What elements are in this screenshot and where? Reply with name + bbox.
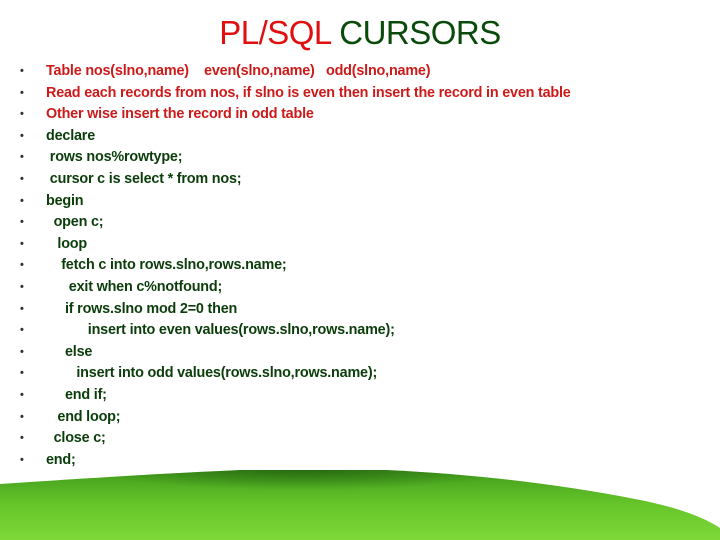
- line-text: Table nos(slno,name) even(slno,name) odd…: [46, 63, 431, 79]
- bullet-line: • Table nos(slno,name) even(slno,name) od…: [0, 61, 571, 83]
- bullet-line: • end;: [0, 450, 571, 472]
- bullet-line: • if rows.slno mod 2=0 then: [0, 299, 571, 321]
- line-text: end;: [46, 451, 76, 468]
- bullet-line: • end if;: [0, 385, 571, 407]
- line-text: if rows.slno mod 2=0 then: [46, 300, 238, 317]
- bullet-line: • Read each records from nos, if slno is …: [0, 83, 571, 105]
- bullet-icon: •: [20, 151, 24, 164]
- line-text: rows nos%rowtype;: [46, 149, 183, 166]
- line-text: else: [46, 343, 93, 360]
- bullet-icon: •: [20, 302, 24, 315]
- bullet-line: • insert into odd values(rows.slno,rows.…: [0, 363, 571, 385]
- line-text: insert into odd values(rows.slno,rows.na…: [46, 365, 378, 382]
- line-text: declare: [46, 127, 96, 144]
- bullet-icon: •: [20, 367, 24, 380]
- bullet-icon: •: [20, 65, 24, 77]
- bullet-icon: •: [20, 453, 24, 466]
- bullet-icon: •: [20, 432, 24, 445]
- line-text: Other wise insert the record in odd tabl…: [46, 106, 314, 123]
- bullet-line: • close c;: [0, 428, 571, 450]
- line-text: loop: [46, 235, 87, 252]
- line-text: cursor c is select * from nos;: [46, 170, 242, 187]
- line-text: fetch c into rows.slno,rows.name;: [46, 257, 287, 274]
- bullet-icon: •: [20, 259, 24, 272]
- bullet-icon: •: [20, 86, 24, 99]
- bullet-icon: •: [20, 108, 24, 121]
- bullet-icon: •: [20, 410, 24, 423]
- bullet-line: • declare: [0, 126, 571, 148]
- bullet-line: • begin: [0, 191, 571, 213]
- line-text: exit when c%notfound;: [46, 278, 223, 295]
- title-cursors: CURSORS: [339, 14, 501, 51]
- slide-title: PL/SQL CURSORS: [0, 14, 720, 52]
- bullet-icon: •: [20, 388, 24, 401]
- bullet-icon: •: [20, 280, 24, 293]
- bullet-line: • fetch c into rows.slno,rows.name;: [0, 255, 571, 277]
- bullet-line: • rows nos%rowtype;: [0, 147, 571, 169]
- line-text: begin: [46, 192, 84, 209]
- line-text: open c;: [46, 214, 104, 231]
- bullet-line: • Other wise insert the record in odd tab…: [0, 104, 571, 126]
- bullet-list: • Table nos(slno,name) even(slno,name) od…: [0, 61, 571, 471]
- bullet-line: • loop: [0, 234, 571, 256]
- bullet-line: • open c;: [0, 212, 571, 234]
- bullet-icon: •: [20, 345, 24, 358]
- title-plsql: PL/SQL: [219, 14, 331, 51]
- line-text: end if;: [46, 386, 107, 403]
- line-text: Read each records from nos, if slno is e…: [46, 84, 571, 101]
- bullet-icon: •: [20, 172, 24, 185]
- line-text: end loop;: [46, 408, 121, 425]
- bullet-line: • else: [0, 342, 571, 364]
- bullet-icon: •: [20, 129, 24, 142]
- line-text: insert into even values(rows.slno,rows.n…: [46, 322, 395, 339]
- grass-hill-decoration: [0, 470, 720, 540]
- bullet-line: • end loop;: [0, 407, 571, 429]
- bullet-line: • exit when c%notfound;: [0, 277, 571, 299]
- bullet-icon: •: [20, 237, 24, 250]
- bullet-line: • cursor c is select * from nos;: [0, 169, 571, 191]
- bullet-icon: •: [20, 324, 24, 337]
- bullet-line: • insert into even values(rows.slno,rows…: [0, 320, 571, 342]
- bullet-icon: •: [20, 194, 24, 207]
- bullet-icon: •: [20, 216, 24, 229]
- line-text: close c;: [46, 430, 106, 447]
